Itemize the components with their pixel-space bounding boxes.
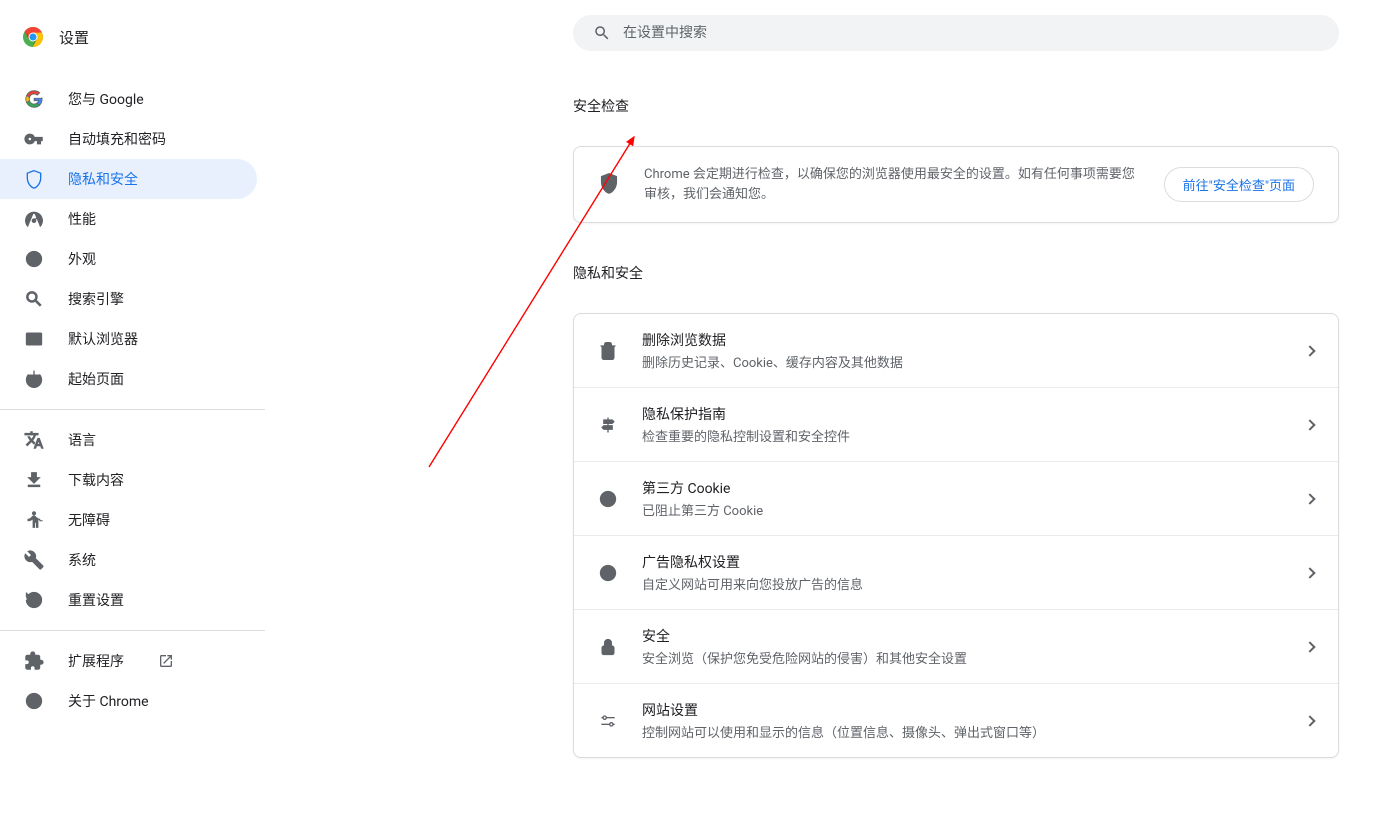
- sidebar-item-privacy[interactable]: 隐私和安全: [0, 159, 257, 199]
- wrench-icon: [24, 550, 44, 570]
- chevron-right-icon: [1304, 567, 1315, 578]
- safety-check-card: Chrome 会定期进行检查，以确保您的浏览器使用最安全的设置。如有任何事项需要…: [573, 146, 1339, 223]
- nav-label: 搜索引擎: [68, 289, 124, 309]
- nav-label: 语言: [68, 430, 96, 450]
- sidebar-item-system[interactable]: 系统: [0, 540, 257, 580]
- row-ad-privacy[interactable]: 广告隐私权设置 自定义网站可用来向您投放广告的信息: [574, 536, 1338, 610]
- sidebar-item-google[interactable]: 您与 Google: [0, 79, 257, 119]
- sidebar-item-accessibility[interactable]: 无障碍: [0, 500, 257, 540]
- download-icon: [24, 470, 44, 490]
- sidebar-item-autofill[interactable]: 自动填充和密码: [0, 119, 257, 159]
- google-icon: [24, 89, 44, 109]
- row-title: 安全: [642, 626, 1282, 646]
- row-subtitle: 控制网站可以使用和显示的信息（位置信息、摄像头、弹出式窗口等）: [642, 722, 1282, 741]
- safety-description: Chrome 会定期进行检查，以确保您的浏览器使用最安全的设置。如有任何事项需要…: [644, 165, 1140, 204]
- row-clear-data[interactable]: 删除浏览数据 删除历史记录、Cookie、缓存内容及其他数据: [574, 314, 1338, 388]
- sidebar-item-startup[interactable]: 起始页面: [0, 359, 257, 399]
- privacy-list-card: 删除浏览数据 删除历史记录、Cookie、缓存内容及其他数据 隐私保护指南 检查…: [573, 313, 1339, 758]
- chevron-right-icon: [1304, 419, 1315, 430]
- cookie-icon: [598, 489, 618, 509]
- row-subtitle: 安全浏览（保护您免受危险网站的侵害）和其他安全设置: [642, 648, 1282, 667]
- target-icon: [598, 563, 618, 583]
- search-container[interactable]: [573, 15, 1339, 51]
- nav-label: 自动填充和密码: [68, 129, 166, 149]
- row-subtitle: 自定义网站可用来向您投放广告的信息: [642, 574, 1282, 593]
- shield-check-icon: [598, 172, 620, 194]
- chrome-outline-icon: [24, 691, 44, 711]
- nav-label: 下载内容: [68, 470, 124, 490]
- reset-icon: [24, 590, 44, 610]
- nav-label: 关于 Chrome: [68, 691, 149, 711]
- nav-label: 外观: [68, 249, 96, 269]
- chevron-right-icon: [1304, 715, 1315, 726]
- key-icon: [24, 129, 44, 149]
- chevron-right-icon: [1304, 345, 1315, 356]
- sidebar-item-reset[interactable]: 重置设置: [0, 580, 257, 620]
- nav-divider: [0, 409, 265, 410]
- privacy-section-heading: 隐私和安全: [573, 263, 1339, 283]
- search-icon: [593, 24, 611, 42]
- nav-list-primary: 您与 Google 自动填充和密码 隐私和安全 性能 外观 搜索引擎 默认浏览器: [0, 69, 265, 399]
- search-input[interactable]: [611, 25, 1319, 41]
- sidebar: 设置 您与 Google 自动填充和密码 隐私和安全 性能 外观 搜索引擎: [0, 0, 265, 814]
- sidebar-item-downloads[interactable]: 下载内容: [0, 460, 257, 500]
- row-title: 隐私保护指南: [642, 404, 1282, 424]
- row-subtitle: 删除历史记录、Cookie、缓存内容及其他数据: [642, 352, 1282, 371]
- nav-label: 起始页面: [68, 369, 124, 389]
- search-icon: [24, 289, 44, 309]
- nav-label: 隐私和安全: [68, 169, 138, 189]
- sidebar-item-default-browser[interactable]: 默认浏览器: [0, 319, 257, 359]
- sidebar-item-appearance[interactable]: 外观: [0, 239, 257, 279]
- chevron-right-icon: [1304, 641, 1315, 652]
- gauge-icon: [24, 209, 44, 229]
- browser-icon: [24, 329, 44, 349]
- trash-icon: [598, 341, 618, 361]
- row-third-party-cookies[interactable]: 第三方 Cookie 已阻止第三方 Cookie: [574, 462, 1338, 536]
- main-content: 安全检查 Chrome 会定期进行检查，以确保您的浏览器使用最安全的设置。如有任…: [265, 0, 1389, 814]
- nav-label: 默认浏览器: [68, 329, 138, 349]
- extension-icon: [24, 651, 44, 671]
- sidebar-item-performance[interactable]: 性能: [0, 199, 257, 239]
- row-title: 删除浏览数据: [642, 330, 1282, 350]
- nav-divider: [0, 630, 265, 631]
- go-to-safety-button[interactable]: 前往"安全检查"页面: [1164, 167, 1314, 202]
- page-title: 设置: [59, 27, 89, 48]
- row-privacy-guide[interactable]: 隐私保护指南 检查重要的隐私控制设置和安全控件: [574, 388, 1338, 462]
- lock-icon: [598, 637, 618, 657]
- chrome-logo-icon: [21, 25, 45, 49]
- row-title: 网站设置: [642, 700, 1282, 720]
- palette-icon: [24, 249, 44, 269]
- shield-icon: [24, 169, 44, 189]
- row-title: 第三方 Cookie: [642, 478, 1282, 498]
- nav-label: 系统: [68, 550, 96, 570]
- nav-label: 性能: [68, 209, 96, 229]
- power-icon: [24, 369, 44, 389]
- row-security[interactable]: 安全 安全浏览（保护您免受危险网站的侵害）和其他安全设置: [574, 610, 1338, 684]
- accessibility-icon: [24, 510, 44, 530]
- row-site-settings[interactable]: 网站设置 控制网站可以使用和显示的信息（位置信息、摄像头、弹出式窗口等）: [574, 684, 1338, 757]
- sidebar-item-search-engine[interactable]: 搜索引擎: [0, 279, 257, 319]
- sidebar-item-language[interactable]: 语言: [0, 420, 257, 460]
- translate-icon: [24, 430, 44, 450]
- nav-label: 无障碍: [68, 510, 110, 530]
- row-title: 广告隐私权设置: [642, 552, 1282, 572]
- nav-list-secondary: 语言 下载内容 无障碍 系统 重置设置: [0, 420, 265, 620]
- row-subtitle: 检查重要的隐私控制设置和安全控件: [642, 426, 1282, 445]
- nav-list-bottom: 扩展程序 关于 Chrome: [0, 641, 265, 721]
- nav-label: 扩展程序: [68, 651, 124, 671]
- sidebar-item-extensions[interactable]: 扩展程序: [0, 641, 257, 681]
- nav-label: 您与 Google: [68, 89, 144, 109]
- sidebar-item-about[interactable]: 关于 Chrome: [0, 681, 257, 721]
- row-subtitle: 已阻止第三方 Cookie: [642, 500, 1282, 519]
- sidebar-header: 设置: [0, 15, 265, 69]
- signpost-icon: [598, 415, 618, 435]
- nav-label: 重置设置: [68, 590, 124, 610]
- chevron-right-icon: [1304, 493, 1315, 504]
- external-link-icon: [158, 653, 174, 669]
- safety-section-heading: 安全检查: [573, 96, 1339, 116]
- sliders-icon: [598, 711, 618, 731]
